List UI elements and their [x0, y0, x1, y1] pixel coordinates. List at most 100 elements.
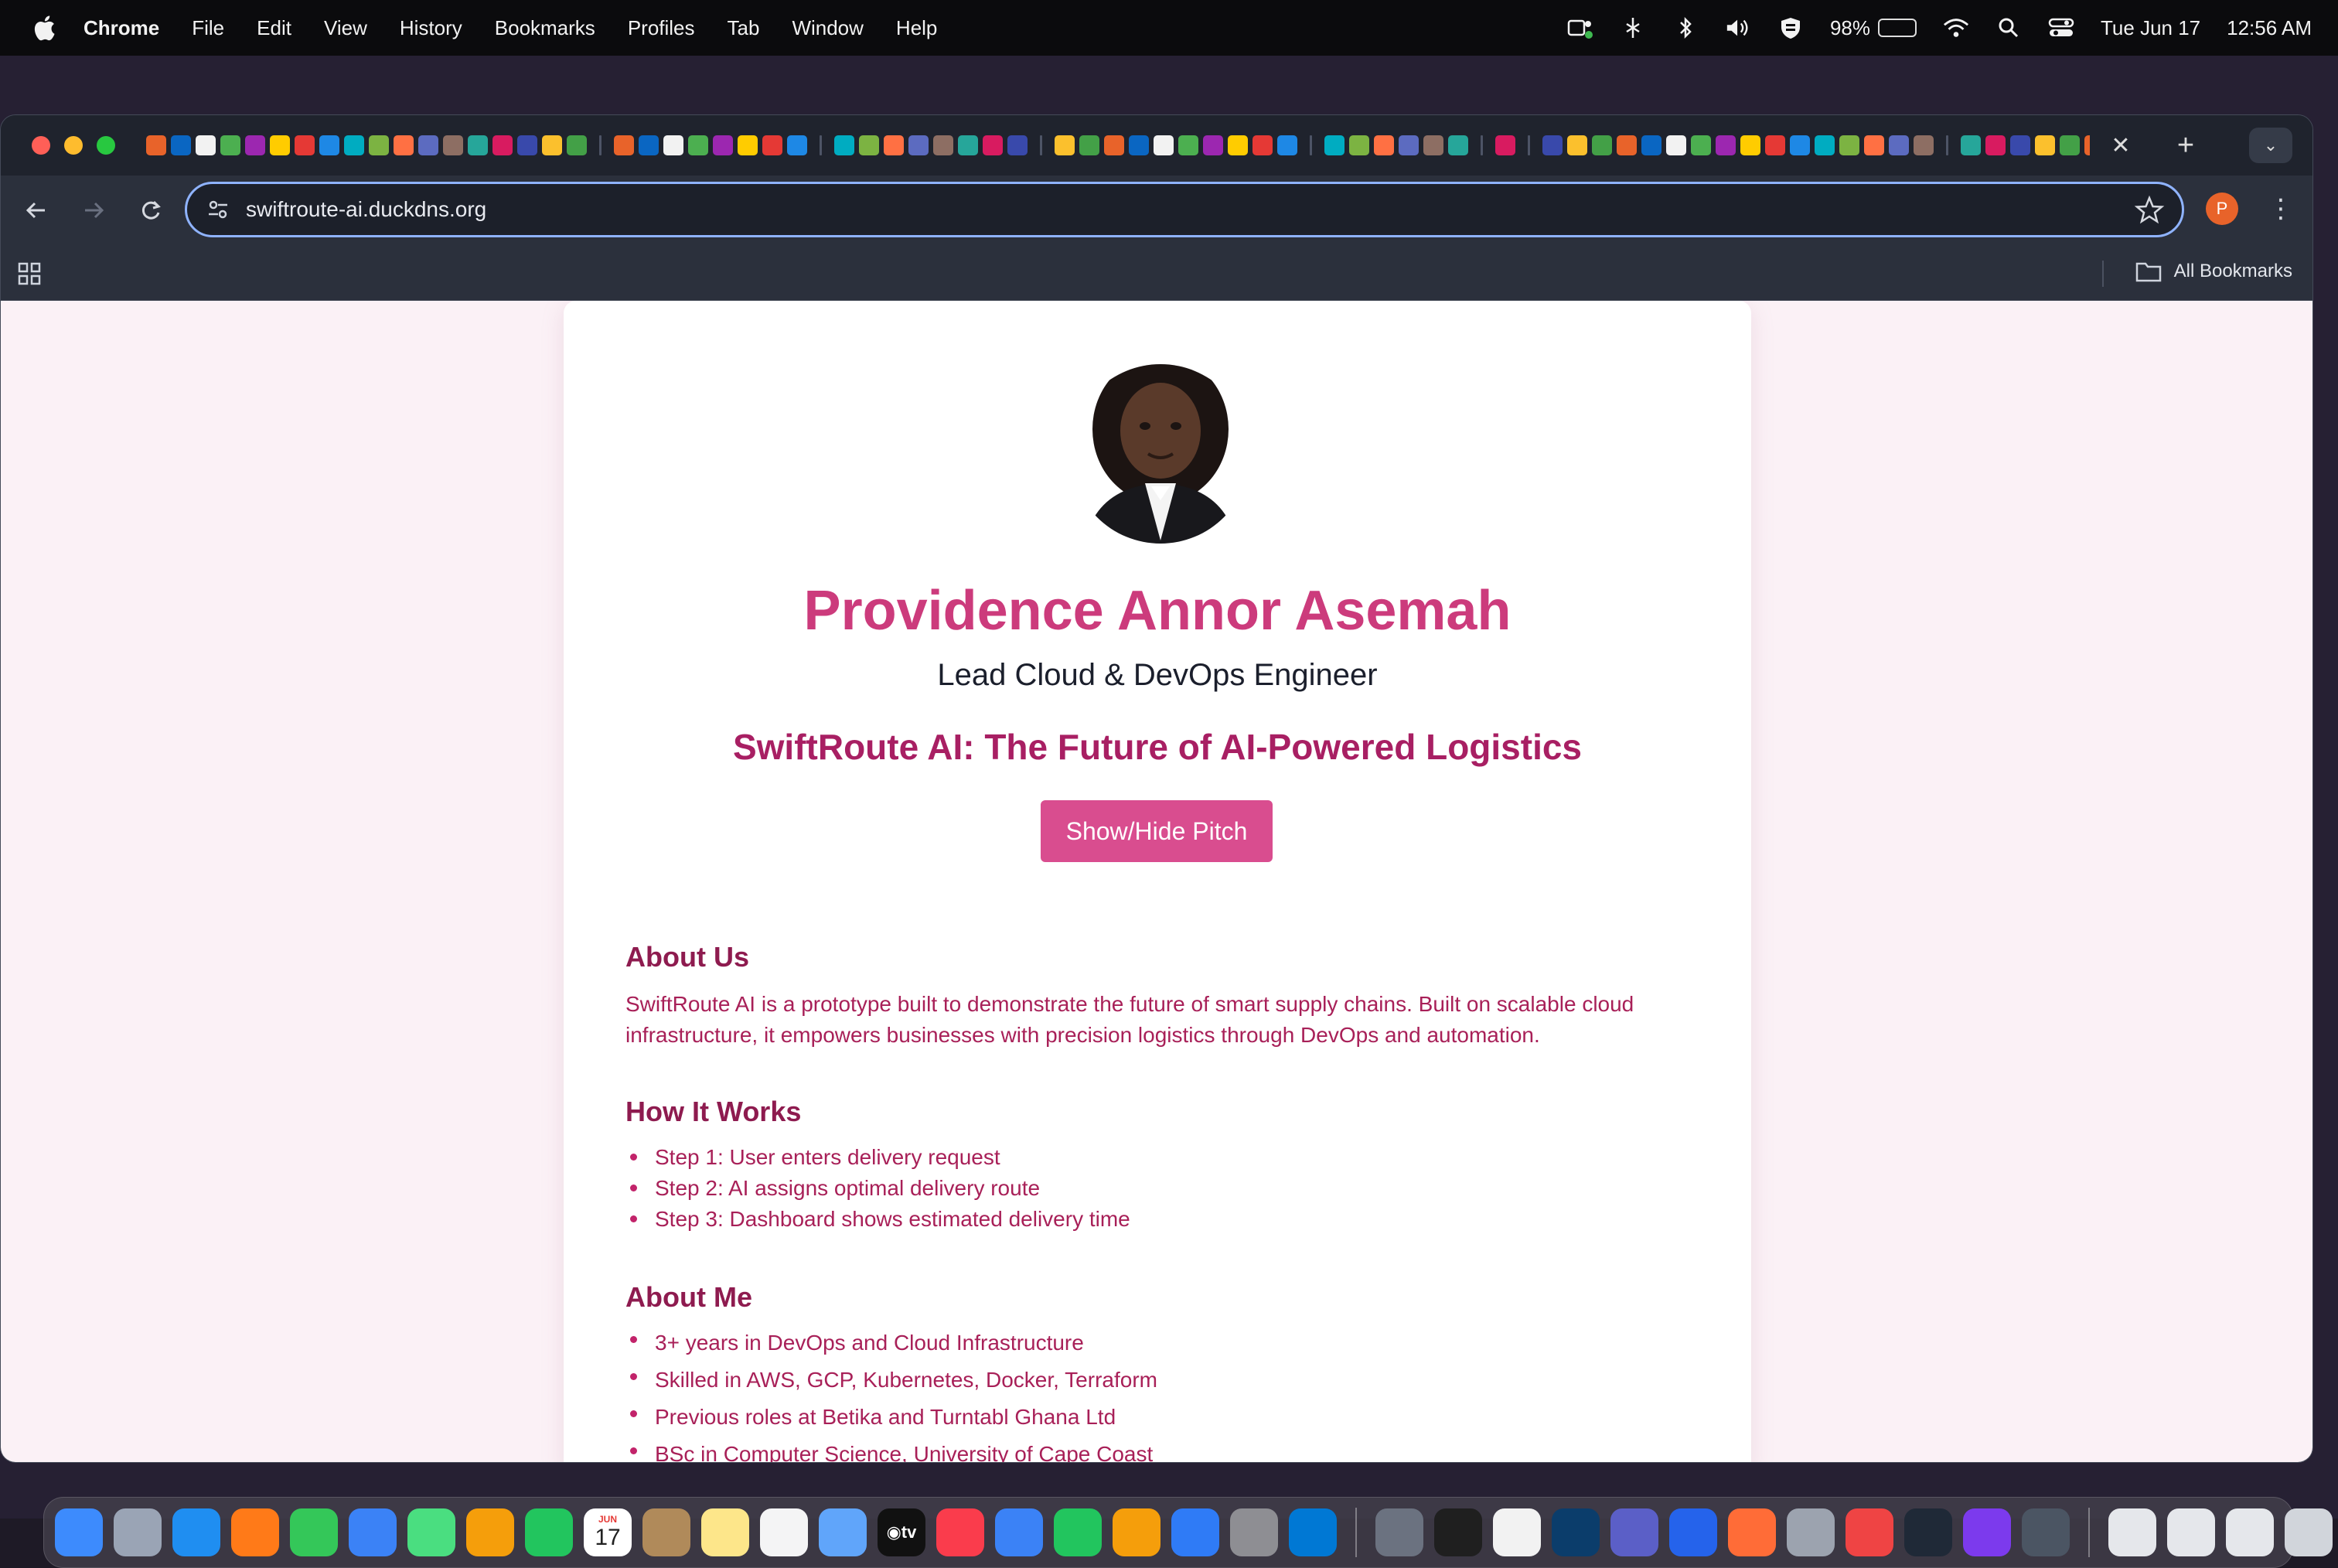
menu-history[interactable]: History	[400, 16, 462, 40]
freeform-icon[interactable]	[819, 1508, 867, 1556]
notes-icon[interactable]	[701, 1508, 749, 1556]
trash-icon[interactable]	[2285, 1508, 2333, 1556]
tab-favicon-icon[interactable]	[1448, 135, 1468, 155]
tab-favicon-icon[interactable]	[1055, 135, 1075, 155]
app-store-icon[interactable]	[1171, 1508, 1219, 1556]
screenshots-stack-icon[interactable]	[2226, 1508, 2274, 1556]
new-tab-button[interactable]: +	[2169, 128, 2203, 162]
contacts-icon[interactable]	[642, 1508, 690, 1556]
all-bookmarks-button[interactable]: All Bookmarks	[2135, 261, 2292, 282]
apple-menu-icon[interactable]	[32, 15, 56, 41]
menu-help[interactable]: Help	[896, 16, 937, 40]
tab-favicon-icon[interactable]	[1914, 135, 1934, 155]
tab-favicon-icon[interactable]	[369, 135, 389, 155]
tab-favicon-icon[interactable]	[1007, 135, 1028, 155]
tab-favicon-icon[interactable]	[196, 135, 216, 155]
url-text[interactable]: swiftroute-ai.duckdns.org	[246, 197, 486, 222]
tab-favicon-icon[interactable]	[220, 135, 240, 155]
tab-favicon-icon[interactable]	[834, 135, 854, 155]
tab-favicon-icon[interactable]	[1666, 135, 1686, 155]
tab-favicon-icon[interactable]	[1592, 135, 1612, 155]
tab-favicon-icon[interactable]	[2035, 135, 2055, 155]
tab-favicon-icon[interactable]	[171, 135, 191, 155]
tab-favicon-icon[interactable]	[1277, 135, 1297, 155]
menubar-date[interactable]: Tue Jun 17	[2101, 16, 2200, 40]
forward-button[interactable]	[72, 189, 115, 232]
tab-favicon-icon[interactable]	[1129, 135, 1149, 155]
page-viewport[interactable]: Providence Annor Asemah Lead Cloud & Dev…	[1, 301, 2312, 1462]
vpn-icon[interactable]	[1669, 1508, 1717, 1556]
profile-avatar[interactable]: P	[2206, 193, 2238, 225]
tab-favicon-icon[interactable]	[443, 135, 463, 155]
bookmark-star-icon[interactable]	[2134, 195, 2165, 226]
menu-bookmarks[interactable]: Bookmarks	[495, 16, 595, 40]
keynote-icon[interactable]	[995, 1508, 1043, 1556]
tab-favicon-icon[interactable]	[1765, 135, 1785, 155]
printer-icon[interactable]	[1787, 1508, 1835, 1556]
tab-favicon-icon[interactable]	[1079, 135, 1099, 155]
tab-favicon-icon[interactable]	[1154, 135, 1174, 155]
tab-favicon-icon[interactable]	[859, 135, 879, 155]
tab-favicon-icon[interactable]	[1641, 135, 1661, 155]
menu-view[interactable]: View	[324, 16, 367, 40]
tab-favicon-icon[interactable]	[1740, 135, 1760, 155]
tab-favicon-icon[interactable]	[2010, 135, 2030, 155]
tab-favicon-icon[interactable]	[394, 135, 414, 155]
tab-favicon-icon[interactable]	[468, 135, 488, 155]
site-info-icon[interactable]	[206, 197, 230, 222]
tab-favicon-icon[interactable]	[787, 135, 807, 155]
security-shield-icon[interactable]	[1777, 16, 1804, 39]
menu-app-name[interactable]: Chrome	[84, 16, 159, 40]
numbers-icon[interactable]	[1054, 1508, 1102, 1556]
tab-favicon-icon[interactable]	[542, 135, 562, 155]
photos-icon[interactable]	[466, 1508, 514, 1556]
menu-tab[interactable]: Tab	[728, 16, 760, 40]
tab-favicon-icon[interactable]	[2084, 135, 2090, 155]
anydesk-icon[interactable]	[1846, 1508, 1893, 1556]
pages-icon[interactable]	[1113, 1508, 1160, 1556]
tab-favicon-icon[interactable]	[713, 135, 733, 155]
bluetooth-icon[interactable]	[1672, 16, 1699, 39]
vscode-icon[interactable]	[1289, 1508, 1337, 1556]
chrome-icon[interactable]	[1493, 1508, 1541, 1556]
address-bar[interactable]: swiftroute-ai.duckdns.org	[185, 182, 2184, 237]
activity-monitor-icon[interactable]	[1904, 1508, 1952, 1556]
tab-favicon-icon[interactable]	[1839, 135, 1859, 155]
tab-favicon-icon[interactable]	[908, 135, 929, 155]
tab-favicon-icon[interactable]	[1617, 135, 1637, 155]
tab-favicon-icon[interactable]	[614, 135, 634, 155]
tab-favicon-icon[interactable]	[492, 135, 513, 155]
tab-favicon-icon[interactable]	[270, 135, 290, 155]
tab-favicon-icon[interactable]	[688, 135, 708, 155]
github-desktop-icon[interactable]	[1963, 1508, 2011, 1556]
battery-indicator[interactable]: 98%	[1830, 16, 1917, 40]
tab-favicon-icon[interactable]	[418, 135, 438, 155]
tab-favicon-icon[interactable]	[1324, 135, 1345, 155]
documents-stack-icon[interactable]	[2167, 1508, 2215, 1556]
downloads-stack-icon[interactable]	[2108, 1508, 2156, 1556]
tab-favicon-icon[interactable]	[762, 135, 782, 155]
tab-favicon-icon[interactable]	[1815, 135, 1835, 155]
tab-favicon-icon[interactable]	[517, 135, 537, 155]
tab-favicon-icon[interactable]	[1252, 135, 1273, 155]
teams-status-icon[interactable]	[1567, 16, 1593, 39]
terminal-icon[interactable]	[1434, 1508, 1482, 1556]
tab-favicon-icon[interactable]	[2060, 135, 2080, 155]
system-settings-icon[interactable]	[1230, 1508, 1278, 1556]
reload-button[interactable]	[129, 189, 172, 232]
chrome-menu-icon[interactable]: ⋮	[2268, 189, 2294, 228]
tab-favicon-icon[interactable]	[245, 135, 265, 155]
facetime-icon[interactable]	[525, 1508, 573, 1556]
tab-favicon-icon[interactable]	[1495, 135, 1515, 155]
tab-search-button[interactable]: ⌄	[2249, 128, 2292, 163]
tab-favicon-icon[interactable]	[1399, 135, 1419, 155]
postman-icon[interactable]	[1728, 1508, 1776, 1556]
tab-favicon-icon[interactable]	[639, 135, 659, 155]
tab-favicon-icon[interactable]	[1691, 135, 1711, 155]
mongodb-compass-icon[interactable]	[2022, 1508, 2070, 1556]
tab-favicon-icon[interactable]	[344, 135, 364, 155]
music-icon[interactable]	[936, 1508, 984, 1556]
tab-favicon-icon[interactable]	[1889, 135, 1909, 155]
tab-favicon-icon[interactable]	[1228, 135, 1248, 155]
tab-favicon-icon[interactable]	[738, 135, 758, 155]
